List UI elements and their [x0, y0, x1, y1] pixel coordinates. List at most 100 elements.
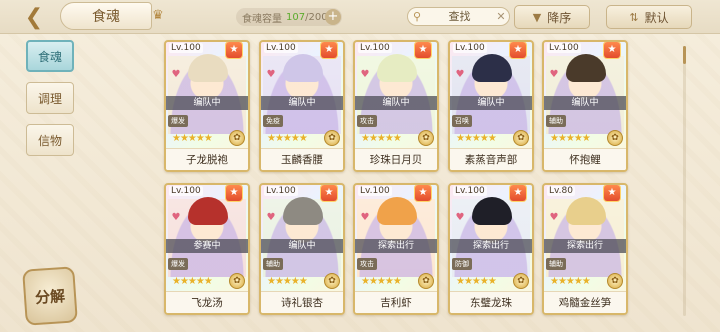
- card-type: 爆发: [168, 258, 188, 270]
- heart-icon: ♥: [360, 69, 370, 80]
- food-soul-card[interactable]: Lv.100 ★ ♥ 编队中 辅助 ★★★★★ ✿ 诗礼银杏: [259, 183, 345, 315]
- food-soul-card[interactable]: Lv.100 ★ ♥ 编队中 免疫 ★★★★★ ✿ 玉麟香腰: [259, 40, 345, 172]
- food-soul-card[interactable]: Lv.100 ★ ♥ 探索出行 防御 ★★★★★ ✿ 东璧龙珠: [448, 183, 534, 315]
- star-rating: ★★★★★: [172, 276, 213, 287]
- gold-medal-icon: ✿: [607, 130, 623, 146]
- card-name: 东璧龙珠: [450, 291, 532, 313]
- card-name: 吉利虾: [355, 291, 437, 313]
- heart-icon: ♥: [360, 212, 370, 223]
- card-level: Lv.100: [453, 186, 487, 196]
- food-soul-card[interactable]: Lv.100 ★ ♥ 编队中 召唤 ★★★★★ ✿ 素蒸音声部: [448, 40, 534, 172]
- food-soul-card[interactable]: Lv.80 ★ ♥ 探索出行 辅助 ★★★★★ ✿ 鸡髓金丝笋: [542, 183, 628, 315]
- card-name: 玉麟香腰: [261, 148, 343, 170]
- rarity-badge-icon: ★: [510, 42, 526, 58]
- tab-tokens[interactable]: 信物: [26, 124, 74, 156]
- card-status: 编队中: [261, 96, 343, 110]
- star-rating: ★★★★★: [456, 133, 497, 144]
- card-level: Lv.80: [547, 186, 575, 196]
- add-capacity-button[interactable]: +: [325, 9, 341, 25]
- card-status: 参赛中: [166, 239, 248, 253]
- rarity-badge-icon: ★: [226, 185, 242, 201]
- gold-medal-icon: ✿: [324, 130, 340, 146]
- heart-icon: ♥: [266, 212, 276, 223]
- heart-icon: ♥: [455, 212, 465, 223]
- gold-medal-icon: ✿: [418, 130, 434, 146]
- star-rating: ★★★★★: [267, 276, 308, 287]
- gold-medal-icon: ✿: [324, 273, 340, 289]
- card-level: Lv.100: [169, 43, 203, 53]
- card-level: Lv.100: [169, 186, 203, 196]
- tab-conditioning[interactable]: 调理: [26, 82, 74, 114]
- sort-mode-label: 默认: [644, 10, 669, 25]
- card-status: 编队中: [544, 96, 626, 110]
- star-rating: ★★★★★: [361, 276, 402, 287]
- top-bar: ❮ 食魂 ♛ 食魂容量 107 / 200 + ⚲ ✕ ▼ 降序 ⇅ 默认: [0, 0, 720, 34]
- card-status: 探索出行: [450, 239, 532, 253]
- star-rating: ★★★★★: [267, 133, 308, 144]
- card-level: Lv.100: [358, 43, 392, 53]
- card-level: Lv.100: [453, 43, 487, 53]
- card-name: 素蒸音声部: [450, 148, 532, 170]
- gold-medal-icon: ✿: [229, 130, 245, 146]
- card-name: 飞龙汤: [166, 291, 248, 313]
- chevron-down-icon: ▼: [532, 10, 542, 24]
- sort-mode-button[interactable]: ⇅ 默认: [606, 5, 692, 29]
- star-rating: ★★★★★: [550, 276, 591, 287]
- capacity-current: 107: [286, 11, 306, 23]
- capacity-indicator: 食魂容量 107 / 200 +: [236, 8, 342, 26]
- card-name: 珍珠日月贝: [355, 148, 437, 170]
- back-button[interactable]: ❮: [8, 4, 60, 30]
- capacity-label: 食魂容量: [242, 13, 282, 25]
- card-name: 子龙脱袍: [166, 148, 248, 170]
- gold-medal-icon: ✿: [229, 273, 245, 289]
- heart-icon: ♥: [171, 69, 181, 80]
- card-status: 编队中: [355, 96, 437, 110]
- card-status: 探索出行: [544, 239, 626, 253]
- card-name: 鸡髓金丝笋: [544, 291, 626, 313]
- star-rating: ★★★★★: [456, 276, 497, 287]
- card-type: 辅助: [546, 115, 566, 127]
- food-soul-card[interactable]: Lv.100 ★ ♥ 探索出行 攻击 ★★★★★ ✿ 吉利虾: [353, 183, 439, 315]
- gold-medal-icon: ✿: [418, 273, 434, 289]
- rarity-badge-icon: ★: [415, 185, 431, 201]
- decompose-button[interactable]: 分解: [22, 266, 78, 326]
- card-type: 召唤: [452, 115, 472, 127]
- card-type: 免疫: [263, 115, 283, 127]
- card-status: 探索出行: [355, 239, 437, 253]
- card-type: 攻击: [357, 115, 377, 127]
- rarity-badge-icon: ★: [321, 42, 337, 58]
- card-level: Lv.100: [264, 186, 298, 196]
- sidebar: 食魂 调理 信物 分解: [0, 34, 100, 332]
- card-level: Lv.100: [547, 43, 581, 53]
- sort-arrows-icon: ⇅: [629, 10, 639, 24]
- card-name: 怀抱鲤: [544, 148, 626, 170]
- scrollbar[interactable]: [683, 46, 686, 316]
- heart-icon: ♥: [266, 69, 276, 80]
- scrollbar-thumb[interactable]: [683, 46, 686, 64]
- rarity-badge-icon: ★: [604, 185, 620, 201]
- sort-order-label: 降序: [547, 10, 572, 25]
- sort-order-button[interactable]: ▼ 降序: [514, 5, 590, 29]
- tab-food-soul[interactable]: 食魂: [26, 40, 74, 72]
- gold-medal-icon: ✿: [607, 273, 623, 289]
- food-soul-card[interactable]: Lv.100 ★ ♥ 编队中攻击 ★★★★★ ✿ 珍珠日月贝: [353, 40, 439, 172]
- heart-icon: ♥: [549, 69, 559, 80]
- gold-medal-icon: ✿: [513, 130, 529, 146]
- star-rating: ★★★★★: [361, 133, 402, 144]
- star-rating: ★★★★★: [550, 133, 591, 144]
- crown-icon: ♛: [152, 8, 164, 23]
- rarity-badge-icon: ★: [604, 42, 620, 58]
- card-type: 辅助: [263, 258, 283, 270]
- gold-medal-icon: ✿: [513, 273, 529, 289]
- heart-icon: ♥: [455, 69, 465, 80]
- food-soul-card[interactable]: Lv.100 ★ ♥ 编队中 爆发 ★★★★★ ✿ 子龙脱袍: [164, 40, 250, 172]
- back-arrow-icon: ❮: [24, 4, 44, 30]
- close-icon[interactable]: ✕: [493, 10, 509, 23]
- search-input[interactable]: [426, 10, 493, 23]
- food-soul-card[interactable]: Lv.100 ★ ♥ 编队中辅助 ★★★★★ ✿ 怀抱鲤: [542, 40, 628, 172]
- card-level: Lv.100: [358, 186, 392, 196]
- rarity-badge-icon: ★: [510, 185, 526, 201]
- food-soul-card[interactable]: Lv.100 ★ ♥ 参赛中爆发 ★★★★★ ✿ 飞龙汤: [164, 183, 250, 315]
- heart-icon: ♥: [171, 212, 181, 223]
- rarity-badge-icon: ★: [415, 42, 431, 58]
